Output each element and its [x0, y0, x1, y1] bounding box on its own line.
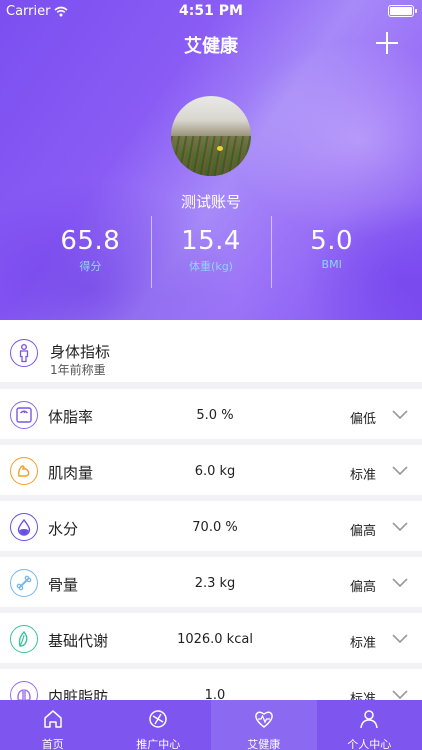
stat-bmi: 5.0 BMI [271, 216, 392, 288]
chevron-down-icon[interactable] [392, 630, 408, 646]
tab-label: 首页 [41, 738, 64, 750]
metric-level: 偏高 [350, 524, 377, 539]
avatar-photo-flower [217, 146, 223, 151]
tab-bar: 首页 推广中心 艾健康 个人中心 [0, 700, 422, 750]
metric-name: 水分 [48, 520, 79, 538]
scale-icon [10, 401, 38, 429]
metric-value: 1026.0 kcal [177, 632, 253, 647]
tab-promotion[interactable]: 推广中心 [106, 700, 212, 750]
stat-value: 5.0 [310, 226, 354, 256]
tab-label: 推广中心 [136, 738, 181, 750]
metric-name: 基础代谢 [48, 632, 109, 650]
metric-row-bmr[interactable]: 基础代谢 1026.0 kcal 标准 [0, 613, 422, 663]
chevron-down-icon[interactable] [392, 518, 408, 534]
metric-name: 骨量 [48, 576, 79, 594]
avatar[interactable] [171, 96, 251, 176]
metric-level: 标准 [350, 636, 377, 651]
metric-value: 2.3 kg [194, 576, 236, 591]
metric-level: 偏高 [350, 580, 377, 595]
leaf-icon [10, 625, 38, 653]
stat-label: 得分 [79, 260, 102, 273]
page-title: 艾健康 [184, 36, 238, 57]
status-bar: Carrier 4:51 PM [0, 0, 422, 22]
metric-value: 70.0 % [192, 520, 238, 535]
metric-value: 5.0 % [196, 408, 234, 423]
chevron-down-icon[interactable] [392, 406, 408, 422]
stat-value: 65.8 [60, 226, 121, 256]
body-index-card[interactable]: 身体指标 1年前称重 [0, 320, 422, 382]
heartbeat-icon [254, 711, 273, 728]
tab-label: 个人中心 [347, 738, 392, 750]
metric-row-water[interactable]: 水分 70.0 % 偏高 [0, 501, 422, 551]
navigation-bar: 艾健康 [0, 22, 422, 66]
metrics-list: 体脂率 5.0 % 偏低 肌肉量 6.0 kg 标准 水分 70.0 % 偏高 … [0, 389, 422, 725]
chevron-down-icon[interactable] [392, 574, 408, 590]
stats-row: 65.8 得分 15.4 体重(kg) 5.0 BMI [30, 216, 392, 288]
metric-name: 肌肉量 [48, 464, 94, 482]
metric-row-muscle[interactable]: 肌肉量 6.0 kg 标准 [0, 445, 422, 495]
promotion-icon [149, 710, 167, 728]
metric-level: 偏低 [350, 412, 377, 427]
metric-value: 6.0 kg [194, 464, 236, 479]
profile-header: Carrier 4:51 PM 艾健康 测试账号 65.8 得分 15.4 体重… [0, 0, 422, 320]
body-index-subtitle: 1年前称重 [50, 363, 106, 377]
account-name: 测试账号 [180, 193, 241, 211]
chevron-down-icon[interactable] [392, 462, 408, 478]
person-body-icon [10, 339, 38, 367]
home-icon [44, 710, 62, 728]
stat-score: 65.8 得分 [30, 216, 151, 288]
tab-home[interactable]: 首页 [0, 700, 106, 750]
person-icon [360, 710, 378, 729]
tab-profile[interactable]: 个人中心 [317, 700, 422, 750]
bone-icon [10, 569, 38, 597]
add-icon[interactable] [374, 30, 400, 56]
muscle-arm-icon [10, 457, 38, 485]
avatar-photo-grass [171, 136, 251, 176]
metric-row-bone[interactable]: 骨量 2.3 kg 偏高 [0, 557, 422, 607]
metric-name: 体脂率 [48, 408, 94, 426]
stat-weight: 15.4 体重(kg) [150, 216, 272, 288]
status-time: 4:51 PM [179, 3, 243, 19]
stat-label: BMI [321, 258, 342, 271]
battery-icon [388, 5, 417, 17]
water-drop-icon [10, 513, 38, 541]
stat-label: 体重(kg) [189, 260, 233, 273]
metric-level: 标准 [350, 468, 377, 483]
metric-row-body-fat[interactable]: 体脂率 5.0 % 偏低 [0, 389, 422, 439]
body-index-title: 身体指标 [50, 343, 111, 361]
tab-label: 艾健康 [247, 738, 281, 750]
stat-value: 15.4 [181, 226, 241, 256]
tab-health[interactable]: 艾健康 [211, 700, 317, 750]
